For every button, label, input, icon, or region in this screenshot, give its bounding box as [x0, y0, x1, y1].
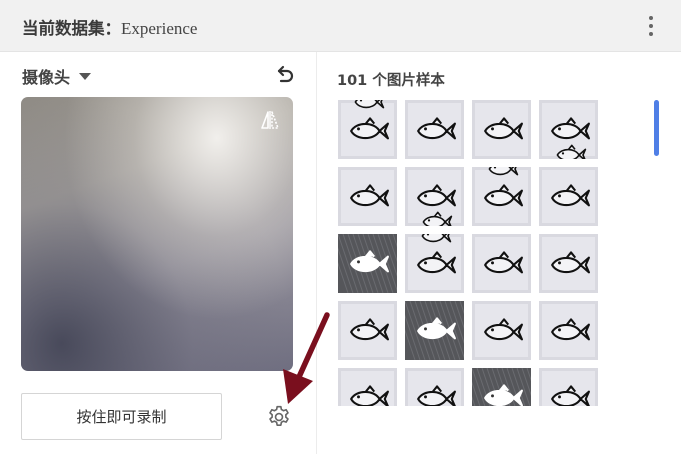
sample-thumbnail[interactable]	[405, 368, 464, 406]
camera-preview	[21, 97, 293, 371]
sample-thumbnail[interactable]	[405, 234, 464, 293]
sample-thumbnail[interactable]	[338, 100, 397, 159]
undo-icon[interactable]	[275, 64, 295, 84]
dataset-header: 当前数据集：Experience	[0, 0, 681, 52]
sample-thumbnail[interactable]	[472, 301, 531, 360]
more-vert-icon[interactable]	[645, 14, 657, 38]
dataset-title: 当前数据集：Experience	[22, 15, 197, 39]
sample-count: 101 个图片样本	[337, 73, 445, 89]
sample-thumbnail[interactable]	[405, 301, 464, 360]
sample-thumbnail[interactable]	[472, 368, 531, 406]
sample-grid	[338, 100, 603, 406]
camera-select-label: 摄像头	[22, 68, 71, 87]
dataset-name: Experience	[121, 19, 198, 38]
sample-thumbnail[interactable]	[338, 234, 397, 293]
sample-thumbnail[interactable]	[338, 368, 397, 406]
sample-thumbnail[interactable]	[338, 301, 397, 360]
sample-thumbnail[interactable]	[472, 100, 531, 159]
scrollbar-thumb[interactable]	[654, 100, 659, 156]
sample-thumbnail[interactable]	[539, 368, 598, 406]
sample-thumbnail[interactable]	[405, 100, 464, 159]
camera-select[interactable]: 摄像头	[22, 64, 92, 88]
caret-down-icon	[79, 72, 92, 80]
sample-thumbnail[interactable]	[539, 100, 598, 159]
samples-panel: 101 个图片样本	[317, 52, 681, 454]
sample-thumbnail[interactable]	[472, 234, 531, 293]
sample-thumbnail[interactable]	[472, 167, 531, 226]
flip-camera-icon[interactable]	[259, 109, 281, 131]
sample-thumbnail[interactable]	[405, 167, 464, 226]
camera-panel: 摄像头 按住即可录制	[0, 52, 316, 454]
sample-thumbnail[interactable]	[539, 234, 598, 293]
dataset-title-label: 当前数据集：	[22, 19, 121, 38]
sample-thumbnail[interactable]	[539, 301, 598, 360]
sample-thumbnail[interactable]	[539, 167, 598, 226]
sample-thumbnail[interactable]	[338, 167, 397, 226]
gear-icon[interactable]	[266, 404, 292, 430]
hold-to-record-button[interactable]: 按住即可录制	[21, 393, 222, 440]
